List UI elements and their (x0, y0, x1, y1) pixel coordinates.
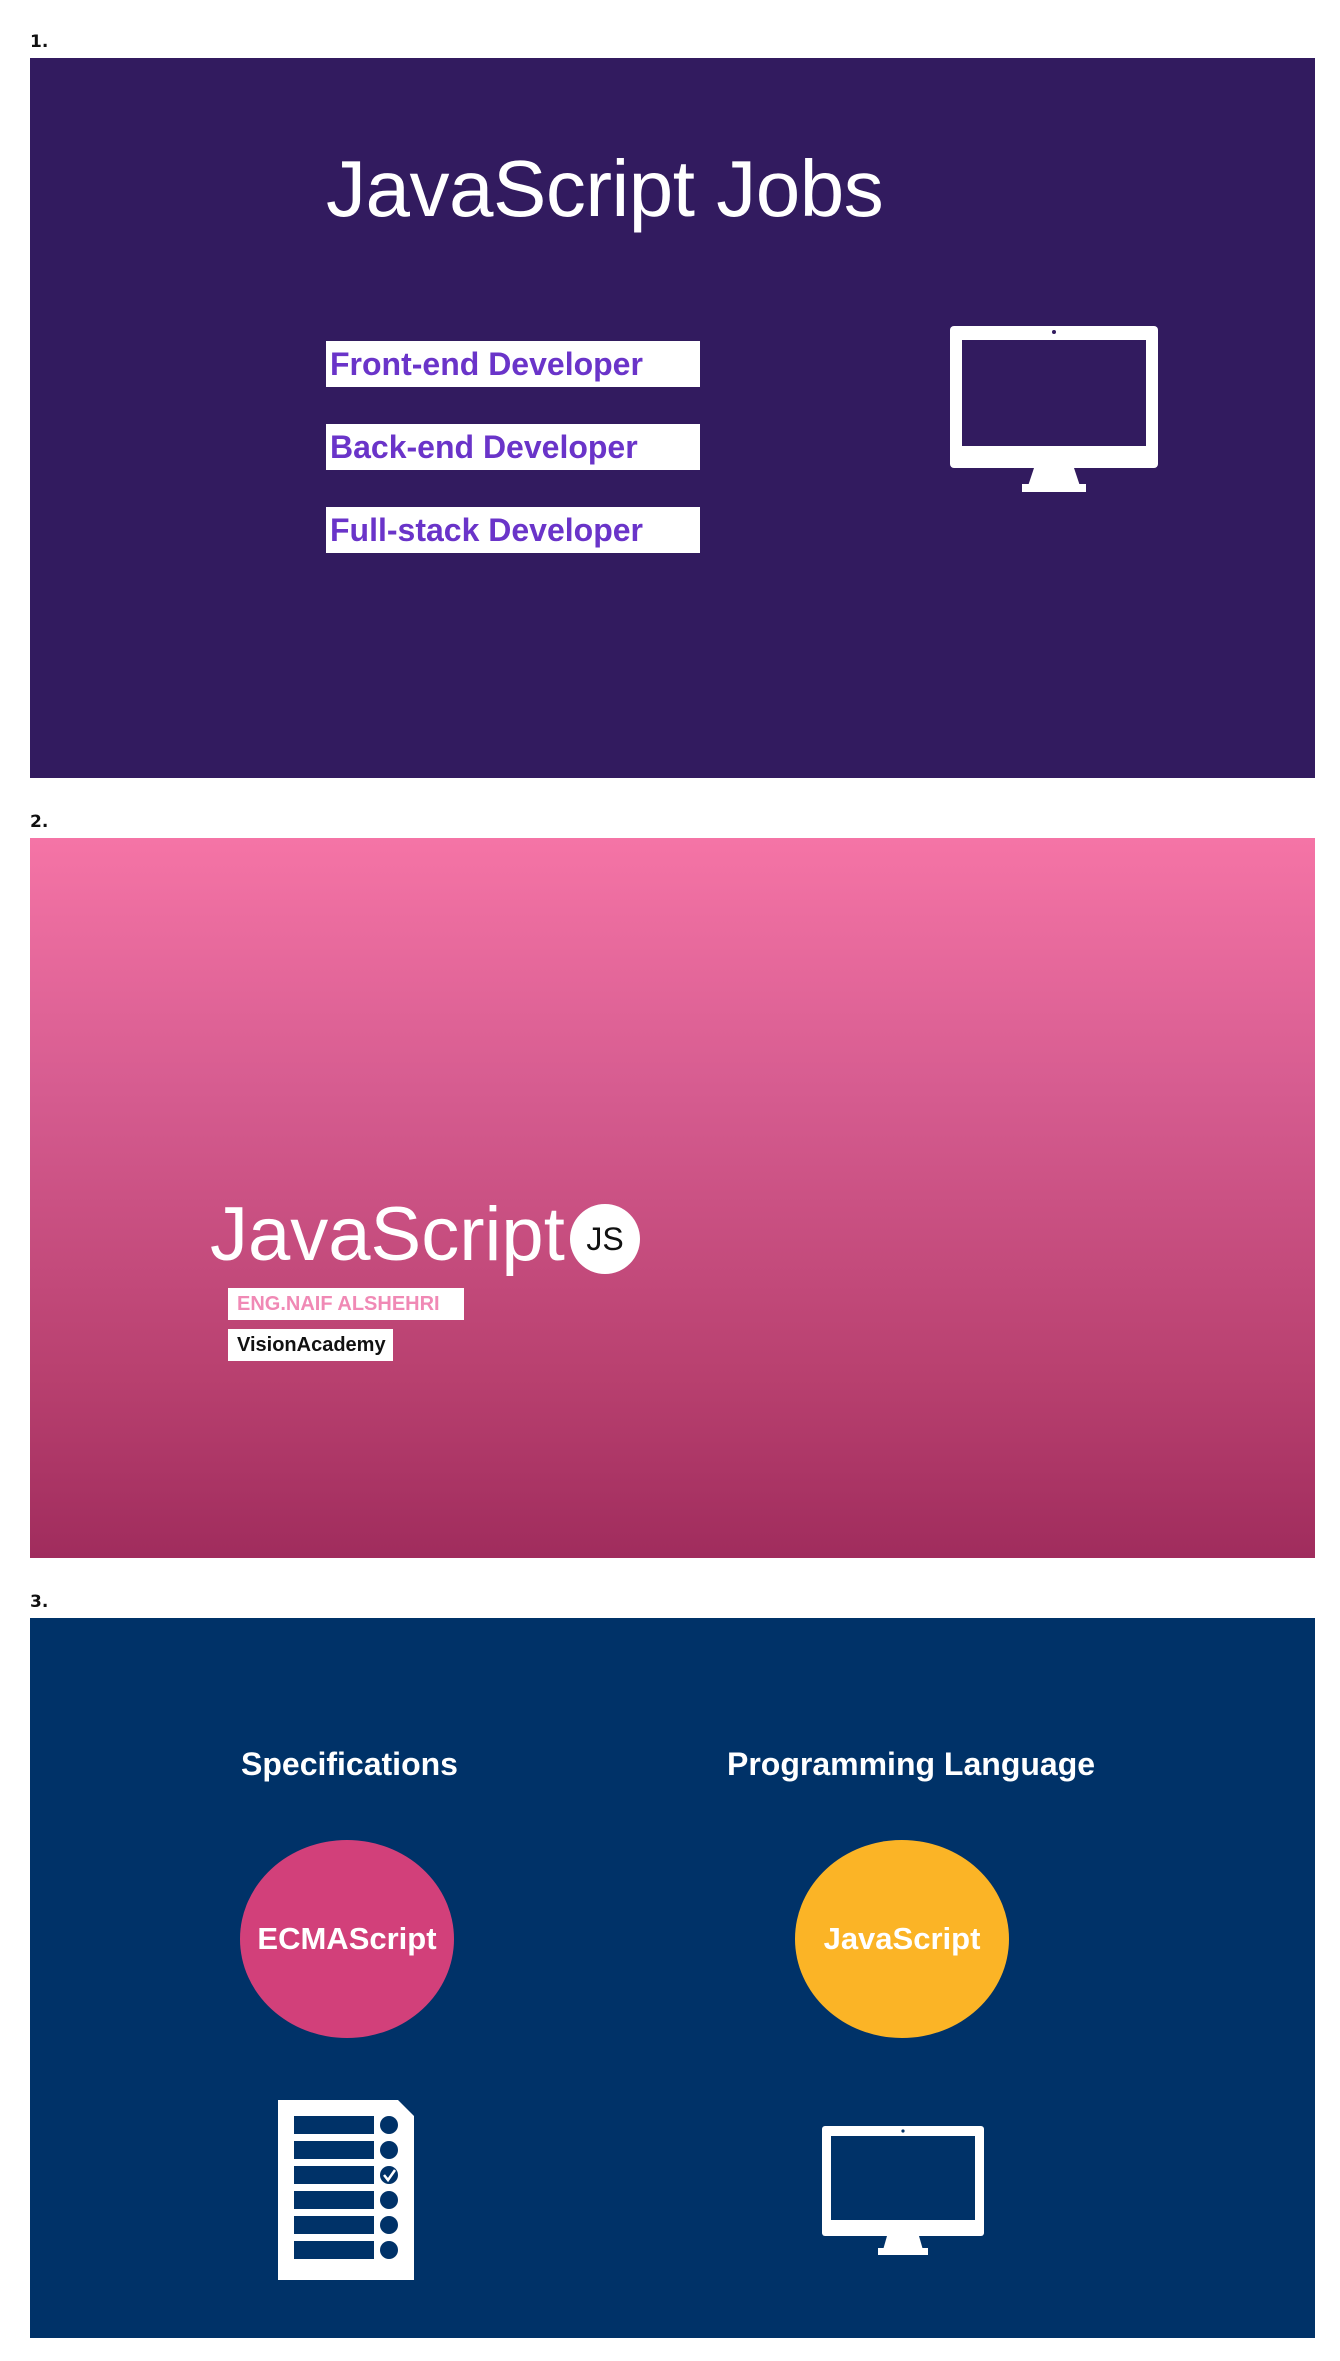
job-front-end: Front-end Developer (326, 341, 700, 387)
job-full-stack: Full-stack Developer (326, 507, 700, 553)
checklist-document-icon (278, 2100, 414, 2280)
desktop-monitor-icon (822, 2126, 984, 2255)
author-tag: ENG.NAIF ALSHEHRI (228, 1288, 464, 1320)
slide-number-2: 2. (30, 812, 49, 832)
organization-tag: VisionAcademy (228, 1329, 393, 1361)
job-back-end: Back-end Developer (326, 424, 700, 470)
slide-javascript-cover: JavaScript JS ENG.NAIF ALSHEHRI VisionAc… (30, 838, 1315, 1558)
slide-number-1: 1. (30, 32, 49, 52)
slide-specs-vs-language: Specifications Programming Language ECMA… (30, 1618, 1315, 2338)
heading-specifications: Specifications (241, 1746, 458, 1782)
desktop-monitor-icon (950, 326, 1158, 492)
slide-javascript-jobs: JavaScript Jobs Front-end Developer Back… (30, 58, 1315, 778)
slide-title: JavaScript Jobs (326, 144, 884, 233)
ecmascript-oval: ECMAScript (240, 1840, 454, 2038)
slide-number-3: 3. (30, 1592, 49, 1612)
cover-title: JavaScript (210, 1192, 565, 1277)
javascript-oval: JavaScript (795, 1840, 1009, 2038)
heading-programming-language: Programming Language (727, 1746, 1096, 1782)
js-badge: JS (570, 1204, 640, 1274)
